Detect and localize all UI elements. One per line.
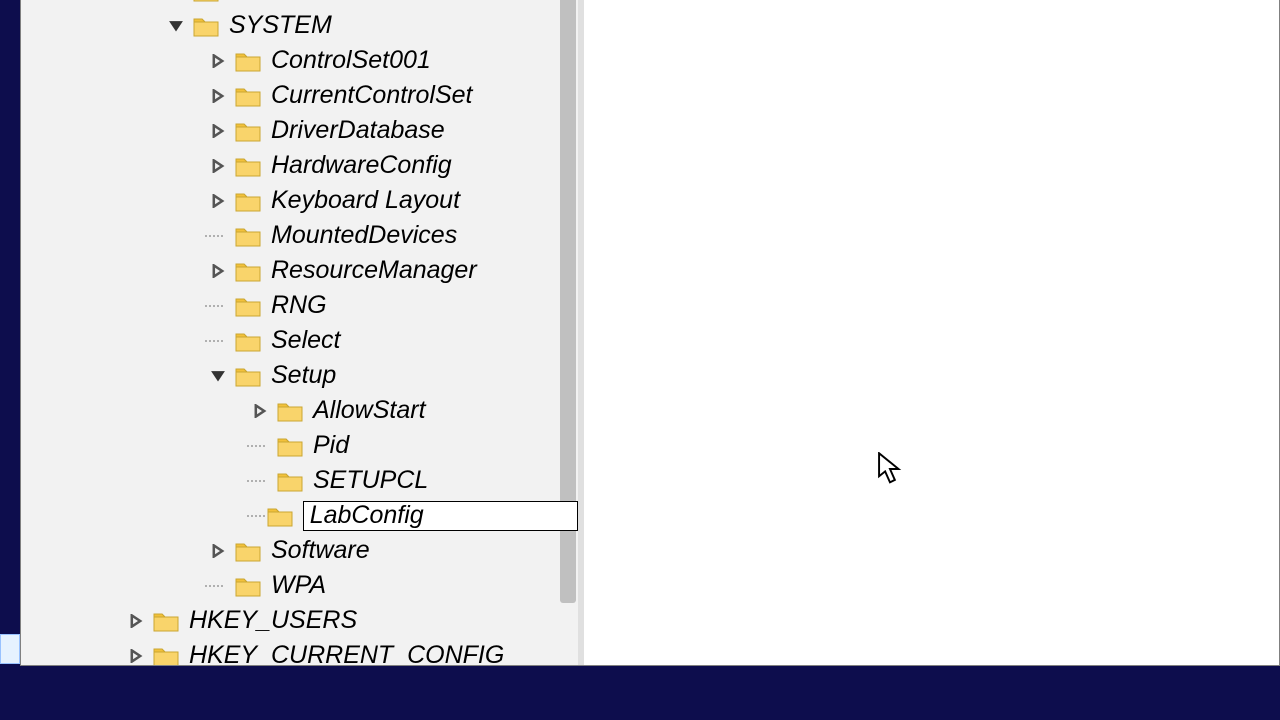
tree-connector [247,498,265,533]
folder-icon [193,15,219,37]
tree-connector [205,218,227,253]
tree-connector [205,568,227,603]
folder-icon [277,400,303,422]
tree-label: SYSTEM [229,11,332,40]
taskbar-fragment [0,634,20,664]
tree-item-driverdatabase[interactable]: DriverDatabase [33,113,578,148]
folder-icon [235,190,261,212]
folder-icon [235,330,261,352]
tree-item-system[interactable]: SYSTEM [33,8,578,43]
tree-label: CurrentControlSet [271,81,472,110]
tree-label: SETUPCL [313,466,428,495]
tree-item-pid[interactable]: Pid [33,428,578,463]
tree-item-hkey-users[interactable]: HKEY_USERS [33,603,578,638]
tree-label: AllowStart [313,396,426,425]
folder-icon [235,260,261,282]
tree-connector [247,428,269,463]
tree-item-setupcl[interactable]: SETUPCL [33,463,578,498]
expand-icon[interactable] [247,398,273,424]
folder-icon [235,120,261,142]
folder-icon [235,365,261,387]
tree-label: HKEY_CURRENT_CONFIG [189,641,504,665]
folder-icon [235,295,261,317]
tree-label: HKEY_USERS [189,606,357,635]
folder-icon [153,610,179,632]
tree-item-allowstart[interactable]: AllowStart [33,393,578,428]
expand-icon[interactable] [205,258,231,284]
expand-icon[interactable] [205,153,231,179]
expand-icon[interactable] [123,643,149,666]
tree-item-resourcemanager[interactable]: ResourceManager [33,253,578,288]
folder-icon [235,575,261,597]
tree-panel: SOFTWARE SYSTEM ControlSet001 [21,0,581,665]
folder-icon [193,0,219,2]
tree-connector [205,288,227,323]
folder-icon [235,540,261,562]
tree-item-labconfig[interactable] [33,498,578,533]
rename-input-labconfig[interactable] [303,501,578,531]
folder-icon [235,85,261,107]
tree-item-setup[interactable]: Setup [33,358,578,393]
tree-connector [247,463,269,498]
tree-label: WPA [271,571,326,600]
expand-icon[interactable] [205,48,231,74]
folder-icon [235,155,261,177]
registry-tree: SOFTWARE SYSTEM ControlSet001 [33,0,578,665]
tree-item-select[interactable]: Select [33,323,578,358]
tree-label: RNG [271,291,327,320]
tree-label: DriverDatabase [271,116,445,145]
expand-icon[interactable] [163,0,189,4]
expand-icon[interactable] [205,118,231,144]
folder-icon [235,50,261,72]
expand-icon[interactable] [205,83,231,109]
collapse-icon[interactable] [205,363,231,389]
tree-item-software-sub[interactable]: Software [33,533,578,568]
tree-item-hardwareconfig[interactable]: HardwareConfig [33,148,578,183]
folder-icon [267,505,293,527]
values-panel [581,0,1279,665]
tree-label: HardwareConfig [271,151,452,180]
tree-label: Pid [313,431,349,460]
tree-item-rng[interactable]: RNG [33,288,578,323]
registry-editor-window: SOFTWARE SYSTEM ControlSet001 [20,0,1280,666]
tree-item-currentcontrolset[interactable]: CurrentControlSet [33,78,578,113]
tree-item-software[interactable]: SOFTWARE [33,0,578,8]
tree-item-mounteddevices[interactable]: MountedDevices [33,218,578,253]
tree-connector [205,323,227,358]
tree-item-controlset001[interactable]: ControlSet001 [33,43,578,78]
tree-label: ControlSet001 [271,46,431,75]
folder-icon [277,435,303,457]
tree-label: MountedDevices [271,221,457,250]
tree-label: ResourceManager [271,256,477,285]
expand-icon[interactable] [123,608,149,634]
tree-label: SOFTWARE [229,0,370,5]
folder-icon [235,225,261,247]
expand-icon[interactable] [205,538,231,564]
tree-label: Software [271,536,370,565]
folder-icon [277,470,303,492]
folder-icon [153,645,179,666]
tree-item-hkey-current-config[interactable]: HKEY_CURRENT_CONFIG [33,638,578,665]
expand-icon[interactable] [205,188,231,214]
tree-item-keyboardlayout[interactable]: Keyboard Layout [33,183,578,218]
tree-label: Keyboard Layout [271,186,460,215]
tree-item-wpa[interactable]: WPA [33,568,578,603]
tree-label: Setup [271,361,336,390]
collapse-icon[interactable] [163,13,189,39]
tree-label: Select [271,326,340,355]
